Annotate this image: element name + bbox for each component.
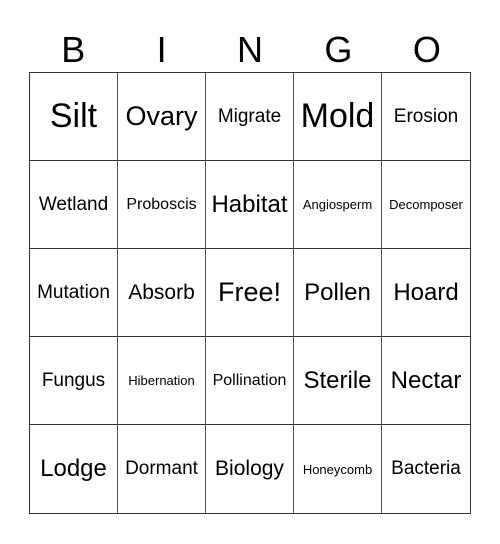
bingo-cell[interactable]: Hibernation <box>118 337 206 425</box>
bingo-cell[interactable]: Wetland <box>30 161 118 249</box>
bingo-cell[interactable]: Dormant <box>118 425 206 513</box>
header-letter-n: N <box>237 29 264 70</box>
bingo-cell[interactable]: Sterile <box>294 337 382 425</box>
bingo-cell[interactable]: Ovary <box>118 73 206 161</box>
header-letter-g: G <box>324 29 353 70</box>
bingo-cell[interactable]: Bacteria <box>382 425 470 513</box>
bingo-cell[interactable]: Habitat <box>206 161 294 249</box>
bingo-cell[interactable]: Pollination <box>206 337 294 425</box>
bingo-header: B I N G O <box>29 28 471 72</box>
bingo-cell[interactable]: Hoard <box>382 249 470 337</box>
bingo-cell[interactable]: Honeycomb <box>294 425 382 513</box>
bingo-cell[interactable]: Angiosperm <box>294 161 382 249</box>
header-letter-o: O <box>412 29 441 70</box>
bingo-cell[interactable]: Erosion <box>382 73 470 161</box>
bingo-cell[interactable]: Nectar <box>382 337 470 425</box>
bingo-card-grid: Silt Ovary Migrate Mold Erosion Wetland … <box>29 72 471 514</box>
bingo-cell[interactable]: Pollen <box>294 249 382 337</box>
bingo-cell[interactable]: Fungus <box>30 337 118 425</box>
header-letter-i: I <box>156 29 167 70</box>
header-letter-b: B <box>61 29 86 70</box>
bingo-cell[interactable]: Mutation <box>30 249 118 337</box>
bingo-cell[interactable]: Silt <box>30 73 118 161</box>
free-space-cell[interactable]: Free! <box>206 249 294 337</box>
bingo-cell[interactable]: Lodge <box>30 425 118 513</box>
bingo-cell[interactable]: Decomposer <box>382 161 470 249</box>
bingo-cell[interactable]: Proboscis <box>118 161 206 249</box>
bingo-cell[interactable]: Migrate <box>206 73 294 161</box>
bingo-cell[interactable]: Mold <box>294 73 382 161</box>
bingo-cell[interactable]: Biology <box>206 425 294 513</box>
bingo-cell[interactable]: Absorb <box>118 249 206 337</box>
